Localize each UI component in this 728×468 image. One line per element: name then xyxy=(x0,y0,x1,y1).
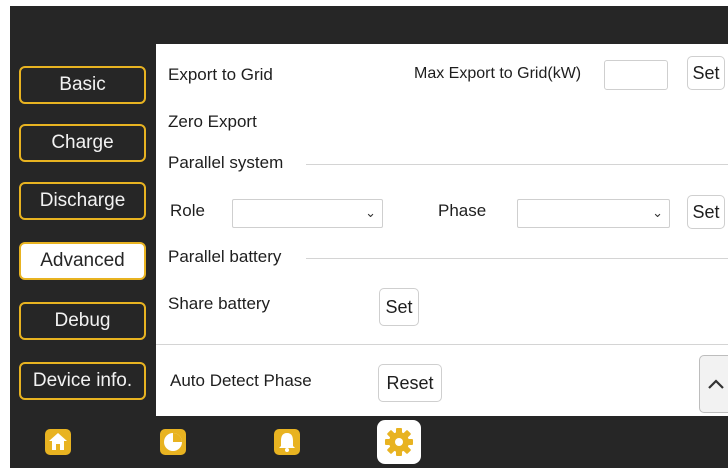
set-label: Set xyxy=(692,62,720,83)
section-divider xyxy=(156,344,728,345)
pie-chart-icon xyxy=(160,429,186,455)
alarms-button[interactable] xyxy=(269,424,305,460)
sidebar-item-device-info[interactable]: Device info. xyxy=(19,362,146,400)
chevron-down-icon: ⌄ xyxy=(652,205,663,220)
sidebar-item-charge[interactable]: Charge xyxy=(19,124,146,162)
max-export-label: Max Export to Grid(kW) xyxy=(414,65,582,82)
share-battery-set-button[interactable]: Set xyxy=(379,288,419,326)
role-select[interactable]: ⌄ xyxy=(232,199,383,228)
advanced-settings-panel: Export to Grid Max Export to Grid(kW) Se… xyxy=(156,44,728,416)
sidebar-item-discharge[interactable]: Discharge xyxy=(19,182,146,220)
home-icon xyxy=(45,429,71,455)
chevron-up-icon xyxy=(708,379,724,389)
chevron-down-icon: ⌄ xyxy=(365,205,376,220)
scroll-up-button[interactable] xyxy=(699,355,728,413)
sidebar-item-debug[interactable]: Debug xyxy=(19,302,146,340)
phase-select[interactable]: ⌄ xyxy=(517,199,670,228)
parallel-system-heading: Parallel system xyxy=(168,153,284,172)
sidebar-item-label: Device info. xyxy=(32,370,133,391)
sidebar-item-label: Charge xyxy=(51,132,114,153)
export-to-grid-label: Export to Grid xyxy=(168,65,273,84)
bell-icon xyxy=(274,429,300,455)
gear-icon xyxy=(385,428,413,456)
sidebar-item-label: Debug xyxy=(54,310,111,331)
section-divider xyxy=(306,164,728,165)
sidebar-item-label: Discharge xyxy=(39,190,126,211)
max-export-input[interactable] xyxy=(604,60,668,90)
sidebar-item-basic[interactable]: Basic xyxy=(19,66,146,104)
statistics-button[interactable] xyxy=(155,424,191,460)
section-divider xyxy=(306,258,728,259)
reset-label: Reset xyxy=(386,372,434,393)
sidebar-item-advanced[interactable]: Advanced xyxy=(19,242,146,280)
reset-button[interactable]: Reset xyxy=(378,364,442,402)
export-set-button[interactable]: Set xyxy=(687,56,725,90)
parallel-battery-heading: Parallel battery xyxy=(168,247,282,266)
auto-detect-phase-label: Auto Detect Phase xyxy=(170,371,312,390)
set-label: Set xyxy=(385,296,413,317)
settings-button[interactable] xyxy=(377,420,421,464)
sidebar-item-label: Advanced xyxy=(40,250,125,271)
parallel-system-set-button[interactable]: Set xyxy=(687,195,725,229)
sidebar-item-label: Basic xyxy=(59,74,106,95)
share-battery-label: Share battery xyxy=(168,294,271,313)
role-label: Role xyxy=(170,201,205,220)
zero-export-label: Zero Export xyxy=(168,112,257,131)
phase-label: Phase xyxy=(438,201,487,220)
device-screen: Basic Charge Discharge Advanced Debug De… xyxy=(10,6,728,468)
bottom-nav xyxy=(10,416,728,468)
home-button[interactable] xyxy=(40,424,76,460)
set-label: Set xyxy=(692,201,720,222)
